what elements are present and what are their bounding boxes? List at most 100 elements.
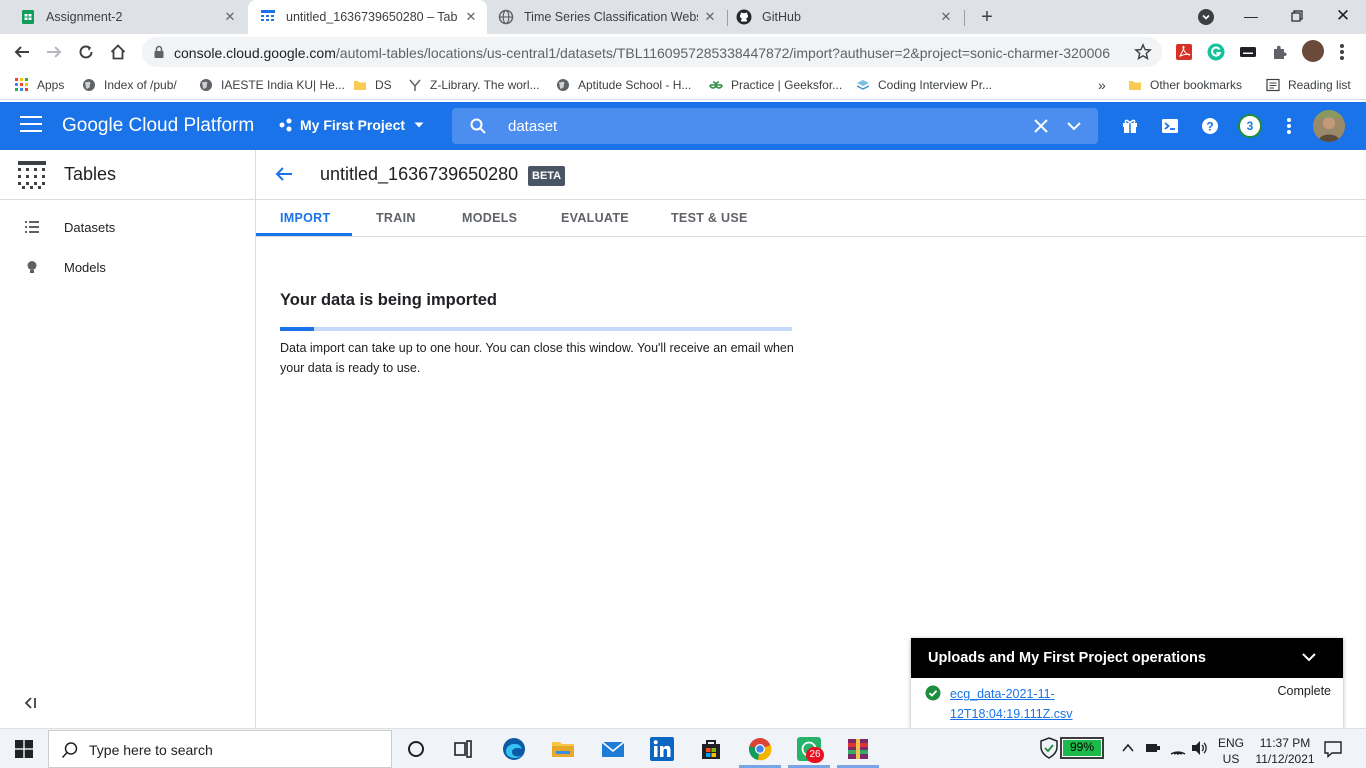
divider (0, 199, 256, 200)
pdf-extension-icon[interactable] (1175, 43, 1193, 61)
bookmark-iaeste[interactable]: IAESTE India KU| He... (199, 76, 345, 94)
bookmark-other[interactable]: Other bookmarks (1128, 76, 1242, 94)
tab-models[interactable]: MODELS (462, 200, 517, 236)
bookmark-apps[interactable]: Apps (15, 76, 64, 94)
power-plug-icon[interactable] (1145, 741, 1161, 755)
battery-indicator[interactable]: 99% (1060, 737, 1104, 759)
gcp-search-bar[interactable]: dataset (452, 108, 1098, 144)
hamburger-menu-icon[interactable] (20, 116, 42, 136)
windows-start-icon[interactable] (15, 740, 33, 758)
new-tab-button[interactable]: + (976, 6, 998, 28)
chevron-down-icon[interactable] (1066, 119, 1082, 133)
minimize-button[interactable]: — (1228, 0, 1274, 32)
notifications-badge[interactable]: 3 (1238, 114, 1262, 138)
reading-list-button[interactable]: Reading list (1266, 76, 1351, 94)
zlibrary-icon (409, 79, 421, 91)
whatsapp-unread-badge: 26 (806, 747, 824, 763)
store-icon[interactable] (699, 737, 723, 761)
lightbulb-icon (27, 261, 37, 273)
cloud-shell-icon[interactable] (1160, 116, 1180, 136)
chrome-icon[interactable] (748, 737, 772, 761)
bookmark-label: Other bookmarks (1150, 78, 1243, 92)
bookmark-zlibrary[interactable]: Z-Library. The worl... (408, 76, 540, 94)
kebab-menu-icon[interactable] (1287, 118, 1291, 134)
project-dots-icon (279, 118, 292, 132)
bookmark-aptitude[interactable]: Aptitude School - H... (556, 76, 691, 94)
help-icon[interactable]: ? (1200, 116, 1220, 136)
bookmark-ds[interactable]: DS (353, 76, 392, 94)
browser-tab-github[interactable]: GitHub ✕ (728, 0, 962, 34)
tab-test-and-use[interactable]: TEST & USE (671, 200, 748, 236)
collapse-sidebar-button[interactable] (24, 696, 38, 712)
gcp-brand[interactable]: Google Cloud Platform (62, 115, 254, 137)
browser-tab-timeseries[interactable]: Time Series Classification Website ✕ (490, 0, 726, 34)
close-icon[interactable]: ✕ (463, 9, 479, 25)
mail-icon[interactable] (601, 737, 625, 761)
operations-header[interactable]: Uploads and My First Project operations (911, 638, 1343, 678)
home-icon (110, 44, 126, 60)
clear-search-icon[interactable] (1034, 119, 1048, 133)
tab-title: untitled_1636739650280 – Tables (286, 10, 458, 24)
menu-icon[interactable] (1340, 44, 1344, 60)
search-input[interactable]: dataset (508, 118, 557, 135)
bookmark-label: Coding Interview Pr... (878, 78, 993, 92)
back-arrow-icon[interactable] (274, 164, 294, 184)
winrar-icon[interactable] (846, 737, 870, 761)
keyboard-extension-icon[interactable] (1239, 43, 1257, 61)
grammarly-icon[interactable] (1207, 43, 1225, 61)
chevron-down-icon[interactable] (1301, 649, 1317, 665)
input-language[interactable]: ENG US (1218, 735, 1244, 767)
globe-icon (498, 9, 514, 25)
reload-button[interactable] (74, 40, 98, 64)
gift-icon[interactable] (1120, 116, 1140, 136)
url-text: console.cloud.google.com/automl-tables/l… (174, 45, 1110, 61)
tab-train[interactable]: TRAIN (376, 200, 416, 236)
wifi-icon[interactable] (1170, 740, 1186, 756)
address-bar[interactable]: console.cloud.google.com/automl-tables/l… (142, 37, 1162, 67)
notification-center-icon[interactable] (1324, 740, 1342, 758)
bookmark-coding-interview[interactable]: Coding Interview Pr... (856, 76, 992, 94)
browser-tab-assignment[interactable]: Assignment-2 ✕ (12, 0, 246, 34)
task-view-icon[interactable] (451, 737, 475, 761)
bookmarks-overflow[interactable]: » (1098, 76, 1106, 94)
linkedin-icon[interactable] (650, 737, 674, 761)
close-icon[interactable]: ✕ (938, 9, 954, 25)
edge-icon[interactable] (502, 737, 526, 761)
cortana-icon[interactable] (404, 737, 428, 761)
close-icon[interactable]: ✕ (702, 9, 718, 25)
bookmark-index-pub[interactable]: Index of /pub/ (82, 76, 177, 94)
star-icon[interactable] (1134, 43, 1152, 61)
project-selector[interactable]: My First Project (278, 117, 425, 133)
uploaded-file-link[interactable]: ecg_data-2021-11-12T18:04:19.111Z.csv (950, 684, 1100, 724)
close-window-button[interactable]: ✕ (1320, 0, 1366, 32)
clock[interactable]: 11:37 PM 11/12/2021 (1250, 735, 1320, 767)
beta-badge: BETA (528, 166, 566, 186)
browser-toolbar: console.cloud.google.com/automl-tables/l… (0, 34, 1366, 70)
security-shield-icon[interactable] (1040, 737, 1058, 759)
tab-search-button[interactable] (1198, 9, 1214, 25)
bookmark-label: DS (375, 78, 392, 92)
back-button[interactable] (10, 40, 34, 64)
sidebar-item-models[interactable]: Models (0, 249, 256, 285)
tab-import[interactable]: IMPORT (280, 200, 330, 236)
chevron-up-icon[interactable] (1121, 742, 1135, 754)
import-progress-bar (280, 327, 792, 331)
forward-button[interactable] (42, 40, 66, 64)
volume-icon[interactable] (1191, 740, 1209, 756)
taskbar-search[interactable]: Type here to search (48, 730, 392, 768)
close-icon[interactable]: ✕ (222, 9, 238, 25)
search-icon (470, 118, 486, 134)
bookmark-geeksforgeeks[interactable]: Practice | Geeksfor... (709, 76, 842, 94)
browser-tab-tables[interactable]: untitled_1636739650280 – Tables ✕ (248, 0, 487, 34)
globe-icon (557, 79, 569, 91)
puzzle-icon[interactable] (1271, 43, 1289, 61)
file-explorer-icon[interactable] (551, 737, 575, 761)
user-avatar[interactable] (1313, 110, 1345, 142)
import-heading: Your data is being imported (280, 291, 497, 309)
tab-evaluate[interactable]: EVALUATE (561, 200, 629, 236)
profile-avatar[interactable] (1302, 40, 1324, 62)
home-button[interactable] (106, 40, 130, 64)
reload-icon (79, 45, 93, 59)
sidebar-item-datasets[interactable]: Datasets (0, 209, 256, 245)
restore-button[interactable] (1274, 0, 1320, 32)
